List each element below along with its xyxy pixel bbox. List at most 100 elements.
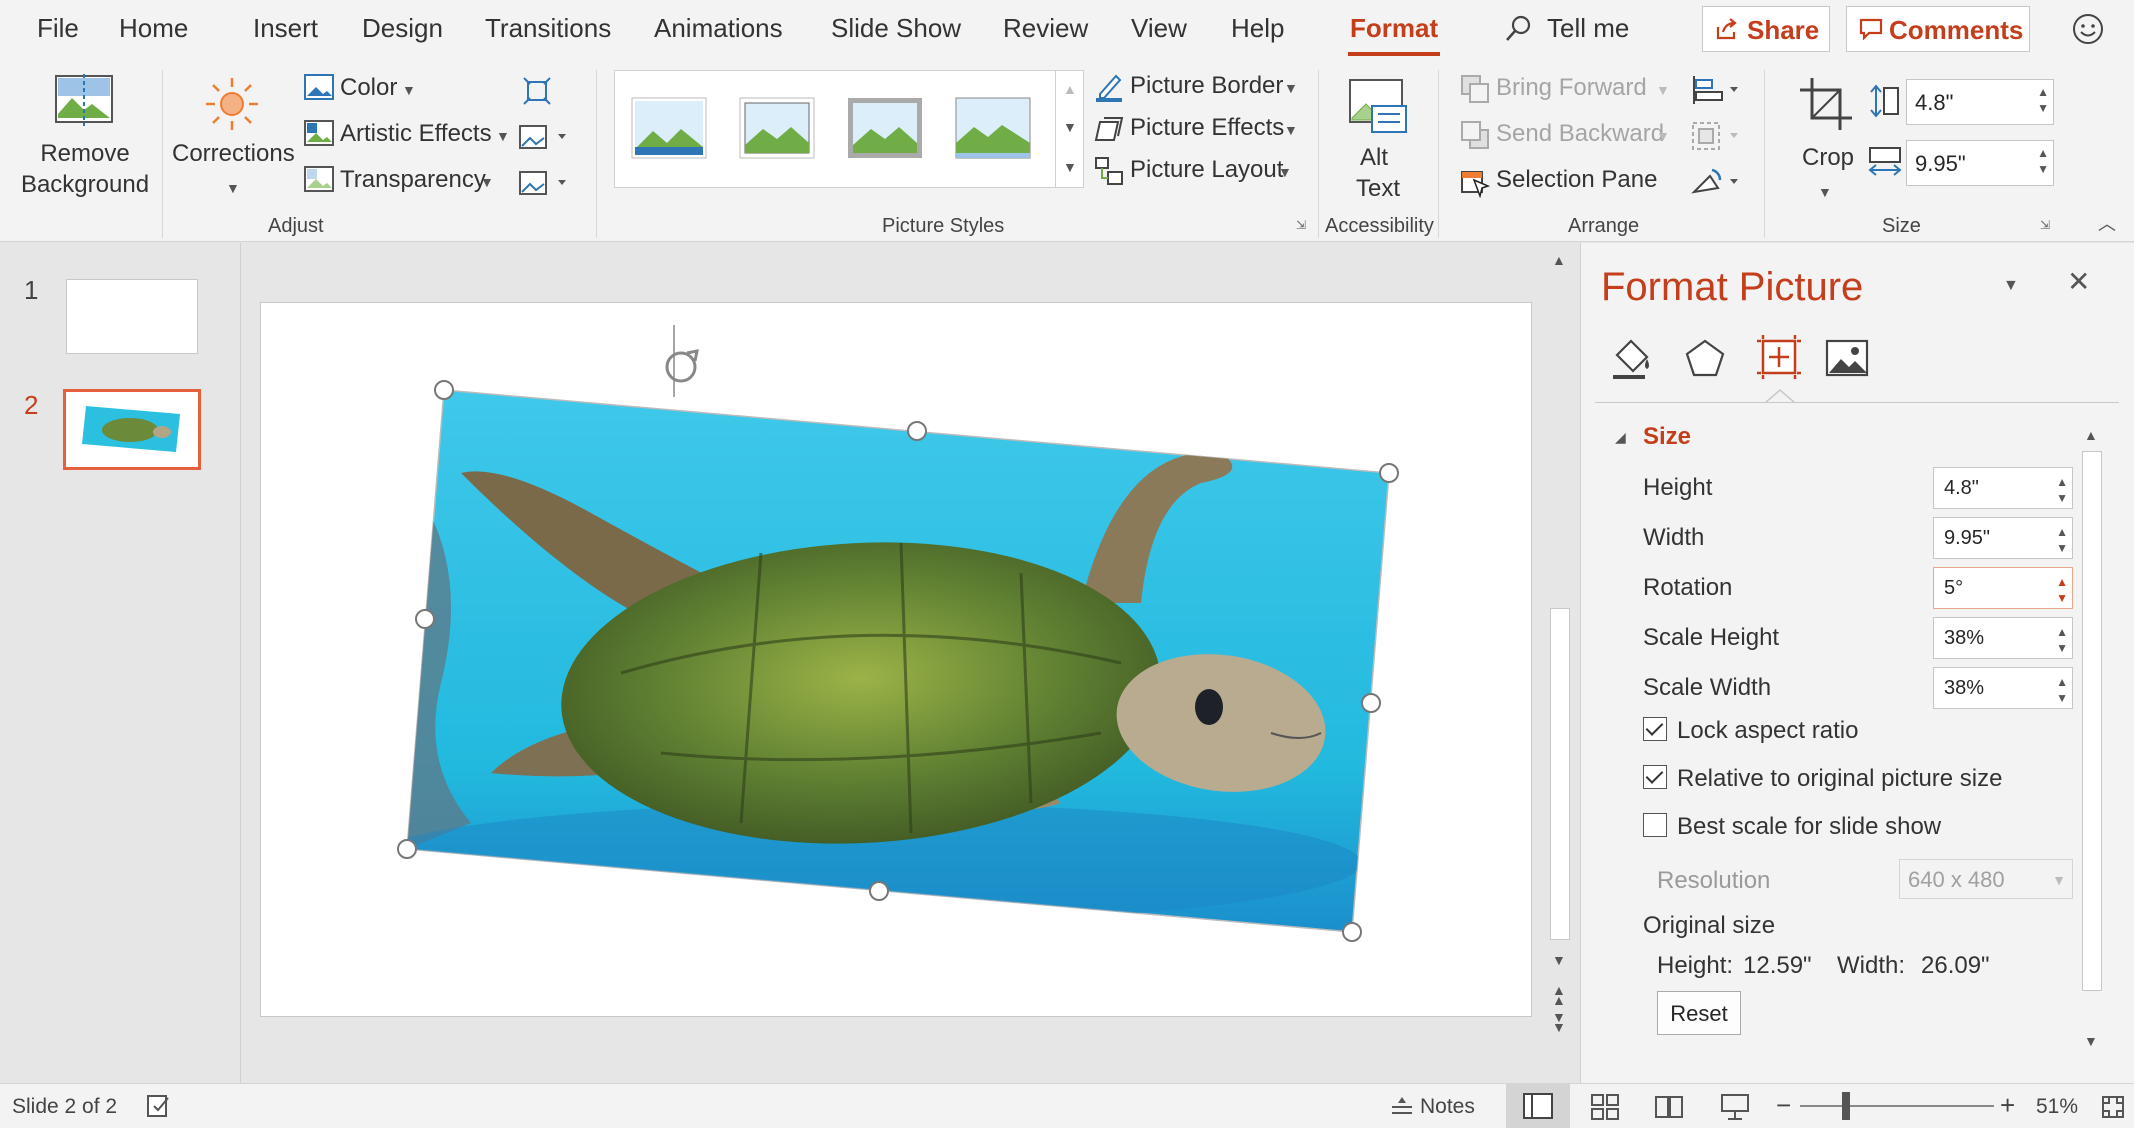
ribbon-height-input[interactable]: 4.8" ▲ ▼	[1906, 79, 2054, 125]
compress-pictures-icon[interactable]	[522, 76, 552, 106]
spinner-arrows-icon[interactable]: ▲ ▼	[2056, 524, 2068, 556]
size-section-header[interactable]: Size	[1643, 423, 1691, 451]
tab-format[interactable]: Format	[1350, 13, 1438, 44]
spinner-arrows-icon[interactable]: ▲ ▼	[2037, 84, 2049, 116]
collapse-ribbon-icon[interactable]: ︿	[2098, 210, 2116, 236]
alt-text-button[interactable]: Alt Text	[1336, 72, 1420, 212]
zoom-out-icon[interactable]: −	[1776, 1090, 1791, 1121]
pane-options-chevron-down-icon[interactable]: ▼	[2003, 277, 2019, 295]
reading-view-icon[interactable]	[1654, 1093, 1684, 1121]
tab-help[interactable]: Help	[1231, 13, 1284, 44]
dialog-launcher-icon[interactable]: ⇲	[2040, 218, 2050, 232]
zoom-in-icon[interactable]: +	[2000, 1090, 2015, 1121]
ribbon-height-value: 4.8"	[1915, 90, 1954, 115]
turtle-picture[interactable]	[261, 303, 1533, 1018]
pane-scrollbar[interactable]: ▲ ▼	[2079, 423, 2105, 1055]
tab-transitions[interactable]: Transitions	[485, 13, 611, 44]
rotation-handle-icon[interactable]	[665, 349, 699, 383]
best-scale-checkbox[interactable]	[1643, 813, 1667, 837]
picture-layout-button[interactable]: Picture Layout ▼	[1094, 154, 1304, 190]
scroll-thumb[interactable]	[2082, 451, 2102, 991]
notes-button[interactable]: Notes	[1420, 1095, 1475, 1119]
align-icon[interactable]	[1690, 74, 1744, 106]
zoom-slider-thumb[interactable]	[1842, 1092, 1850, 1120]
transparency-button[interactable]: Transparency ▼	[304, 164, 514, 200]
artistic-effects-button[interactable]: Artistic Effects ▼	[304, 118, 514, 154]
spinner-arrows-icon[interactable]: ▲ ▼	[2037, 145, 2049, 177]
picture-style-thumb-3[interactable]	[847, 97, 923, 159]
selection-pane-button[interactable]: Selection Pane	[1460, 164, 1680, 200]
spinner-arrows-icon[interactable]: ▲ ▼	[2056, 474, 2068, 506]
scale-width-input[interactable]: 38% ▲ ▼	[1933, 667, 2073, 709]
slide-vertical-scrollbar[interactable]: ▲ ▼ ▲ ▲ ▼ ▼	[1546, 250, 1574, 1040]
picture-style-thumb-2[interactable]	[739, 97, 815, 159]
artistic-effects-label: Artistic Effects	[340, 120, 492, 147]
bring-forward-label: Bring Forward	[1496, 74, 1647, 101]
share-button[interactable]: Share	[1702, 6, 1830, 52]
next-slide-icon[interactable]: ▼ ▼	[1552, 1010, 1566, 1034]
slide-show-icon[interactable]	[1720, 1093, 1750, 1121]
scale-height-input[interactable]: 38% ▲ ▼	[1933, 617, 2073, 659]
picture-icon[interactable]	[1825, 337, 1869, 381]
tab-slide-show[interactable]: Slide Show	[831, 13, 961, 44]
tab-file[interactable]: File	[37, 13, 79, 44]
reset-button[interactable]: Reset	[1657, 991, 1741, 1035]
rotation-input[interactable]: 5° ▲ ▼	[1933, 567, 2073, 609]
tab-view[interactable]: View	[1131, 13, 1187, 44]
size-properties-icon[interactable]	[1755, 333, 1803, 381]
fill-line-icon[interactable]	[1611, 337, 1655, 381]
scroll-thumb[interactable]	[1550, 608, 1570, 940]
comments-button[interactable]: Comments	[1846, 6, 2030, 52]
color-button[interactable]: Color ▼	[304, 72, 514, 108]
rotate-icon[interactable]	[1690, 166, 1744, 198]
group-objects-icon[interactable]	[1690, 120, 1744, 152]
effects-pentagon-icon[interactable]	[1683, 337, 1727, 381]
zoom-slider-track[interactable]	[1800, 1105, 1994, 1107]
slide-canvas[interactable]	[260, 302, 1532, 1017]
tab-review[interactable]: Review	[1003, 13, 1088, 44]
tab-home[interactable]: Home	[119, 13, 188, 44]
height-input[interactable]: 4.8" ▲ ▼	[1933, 467, 2073, 509]
relative-size-checkbox[interactable]	[1643, 765, 1667, 789]
tab-animations[interactable]: Animations	[654, 13, 783, 44]
spinner-arrows-icon[interactable]: ▲ ▼	[2056, 674, 2068, 706]
corrections-button[interactable]: Corrections ▼	[168, 68, 296, 208]
tell-me-box[interactable]: Tell me	[1547, 13, 1629, 44]
reset-picture-icon[interactable]	[518, 168, 568, 198]
picture-styles-gallery[interactable]: ▲ ▼ ▼	[614, 70, 1084, 188]
spinner-arrows-icon[interactable]: ▲ ▼	[2056, 574, 2068, 606]
chevron-down-icon: ▼	[480, 174, 494, 190]
previous-slide-icon[interactable]: ▲ ▲	[1552, 983, 1566, 1007]
width-input[interactable]: 9.95" ▲ ▼	[1933, 517, 2073, 559]
lock-aspect-checkbox[interactable]	[1643, 717, 1667, 741]
picture-effects-button[interactable]: Picture Effects ▼	[1094, 112, 1304, 148]
relative-size-label: Relative to original picture size	[1677, 765, 2003, 792]
tab-design[interactable]: Design	[362, 13, 443, 44]
picture-style-thumb-4[interactable]	[955, 97, 1031, 159]
ribbon-width-input[interactable]: 9.95" ▲ ▼	[1906, 140, 2054, 186]
dialog-launcher-icon[interactable]: ⇲	[1296, 218, 1306, 232]
change-picture-icon[interactable]	[518, 122, 568, 152]
scroll-up-icon[interactable]: ▲	[2084, 427, 2098, 443]
picture-border-button[interactable]: Picture Border ▼	[1094, 70, 1304, 106]
scroll-down-icon[interactable]: ▼	[2084, 1033, 2098, 1049]
remove-background-button[interactable]: Remove Background	[10, 68, 160, 208]
normal-view-button[interactable]	[1506, 1084, 1570, 1128]
scroll-down-icon[interactable]: ▼	[1552, 952, 1566, 968]
scroll-up-icon[interactable]: ▲	[1552, 252, 1566, 268]
original-size-label: Original size	[1643, 912, 1776, 939]
fit-to-window-icon[interactable]	[2100, 1094, 2126, 1120]
spinner-arrows-icon[interactable]: ▲ ▼	[2056, 624, 2068, 656]
slide-sorter-icon[interactable]	[1590, 1093, 1620, 1121]
zoom-level[interactable]: 51%	[2036, 1095, 2078, 1119]
close-icon[interactable]: ✕	[2067, 265, 2090, 298]
section-collapse-triangle-icon[interactable]: ◢	[1615, 429, 1626, 446]
tab-insert[interactable]: Insert	[253, 13, 318, 44]
slide-thumbnail-1[interactable]	[66, 279, 198, 354]
gallery-scroll[interactable]: ▲ ▼ ▼	[1055, 71, 1083, 187]
slide-thumbnail-2[interactable]	[63, 389, 201, 470]
spell-check-icon[interactable]	[146, 1094, 174, 1118]
picture-style-thumb-1[interactable]	[631, 97, 707, 159]
smiley-feedback-icon[interactable]	[2072, 13, 2104, 45]
crop-button[interactable]: Crop ▼	[1788, 72, 1864, 212]
